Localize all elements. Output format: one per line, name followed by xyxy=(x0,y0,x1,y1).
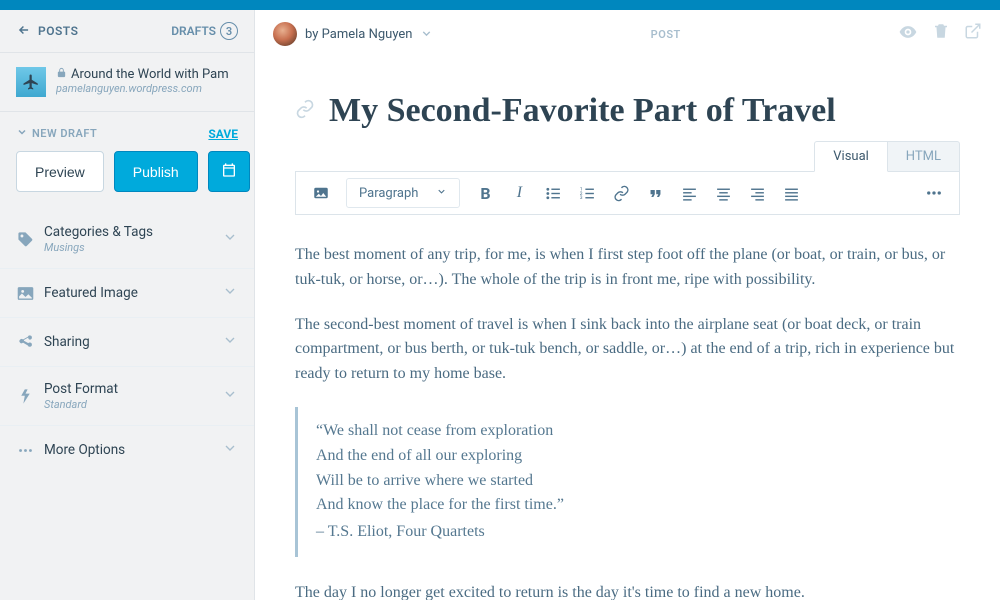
top-bar xyxy=(0,0,1000,10)
back-posts-label: POSTS xyxy=(38,24,78,38)
accordion-format-sub: Standard xyxy=(44,398,212,411)
chevron-down-icon xyxy=(222,386,238,406)
post-content[interactable]: The best moment of any trip, for me, is … xyxy=(295,215,960,600)
editor-toolbar: Paragraph B I 123 xyxy=(295,171,960,215)
accordion-featured-image[interactable]: Featured Image xyxy=(0,268,254,317)
paragraph-label: Paragraph xyxy=(359,186,418,201)
paragraph-format-select[interactable]: Paragraph xyxy=(346,178,460,208)
chevron-down-icon xyxy=(222,440,238,460)
content-blockquote: “We shall not cease from exploration And… xyxy=(295,407,960,557)
link-button[interactable] xyxy=(606,178,636,208)
quote-line: “We shall not cease from exploration xyxy=(316,419,960,444)
back-to-posts[interactable]: POSTS xyxy=(16,23,78,40)
tab-visual[interactable]: Visual xyxy=(814,141,888,172)
permalink-icon[interactable] xyxy=(295,99,315,123)
bullet-list-button[interactable] xyxy=(538,178,568,208)
external-link-icon[interactable] xyxy=(964,22,982,46)
main-editor: by Pamela Nguyen POST My Second-Favorite… xyxy=(255,10,1000,600)
avatar xyxy=(273,22,297,46)
chevron-down-icon xyxy=(420,25,433,44)
content-paragraph: The second-best moment of travel is when… xyxy=(295,313,960,387)
post-title-input[interactable]: My Second-Favorite Part of Travel xyxy=(329,92,960,130)
drafts-label: DRAFTS xyxy=(171,24,216,38)
author-name: Pamela Nguyen xyxy=(322,27,413,42)
image-icon xyxy=(16,285,34,302)
share-icon xyxy=(16,334,34,351)
back-arrow-icon xyxy=(16,23,32,40)
site-title: Around the World with Pam xyxy=(71,67,229,82)
byline-prefix: by xyxy=(305,27,318,42)
site-block[interactable]: Around the World with Pam pamelanguyen.w… xyxy=(0,53,254,112)
schedule-button[interactable] xyxy=(208,151,250,192)
accordion-sharing-label: Sharing xyxy=(44,334,212,350)
post-type-label: POST xyxy=(651,28,681,41)
align-center-button[interactable] xyxy=(708,178,738,208)
preview-icon[interactable] xyxy=(898,22,918,46)
tab-html[interactable]: HTML xyxy=(888,141,960,172)
chevron-down-icon xyxy=(16,126,28,141)
svg-text:3: 3 xyxy=(580,195,583,201)
author-switcher[interactable]: by Pamela Nguyen xyxy=(273,22,433,46)
site-icon xyxy=(16,67,46,97)
content-paragraph: The day I no longer get excited to retur… xyxy=(295,581,960,600)
accordion-categories-label: Categories & Tags xyxy=(44,224,153,240)
align-right-button[interactable] xyxy=(742,178,772,208)
quote-line: And the end of all our exploring xyxy=(316,444,960,469)
lock-icon xyxy=(56,67,67,82)
sidebar: POSTS DRAFTS 3 Around the World with Pam… xyxy=(0,10,255,600)
tag-icon xyxy=(16,231,34,248)
chevron-down-icon xyxy=(222,283,238,303)
new-draft-button[interactable]: NEW DRAFT xyxy=(16,126,97,141)
kitchen-sink-toggle[interactable] xyxy=(919,178,949,208)
content-paragraph: The best moment of any trip, for me, is … xyxy=(295,243,960,293)
add-media-button[interactable] xyxy=(306,178,336,208)
blockquote-button[interactable] xyxy=(640,178,670,208)
bold-button[interactable]: B xyxy=(470,178,500,208)
ellipsis-icon xyxy=(16,442,34,459)
accordion-more-label: More Options xyxy=(44,442,212,458)
site-url: pamelanguyen.wordpress.com xyxy=(56,82,238,95)
accordion-format-label: Post Format xyxy=(44,381,118,397)
chevron-down-icon xyxy=(222,332,238,352)
italic-button[interactable]: I xyxy=(504,178,534,208)
chevron-down-icon xyxy=(222,229,238,249)
trash-icon[interactable] xyxy=(932,22,950,46)
numbered-list-button[interactable]: 123 xyxy=(572,178,602,208)
publish-button[interactable]: Publish xyxy=(114,151,198,192)
quote-attribution: – T.S. Eliot, Four Quartets xyxy=(316,520,960,545)
preview-button[interactable]: Preview xyxy=(16,151,104,192)
accordion-categories[interactable]: Categories & Tags Musings xyxy=(0,210,254,268)
quote-line: Will be to arrive where we started xyxy=(316,469,960,494)
save-button[interactable]: SAVE xyxy=(208,127,238,141)
drafts-link[interactable]: DRAFTS 3 xyxy=(171,22,238,40)
chevron-down-icon xyxy=(436,186,447,201)
accordion-featured-label: Featured Image xyxy=(44,285,212,301)
accordion-post-format[interactable]: Post Format Standard xyxy=(0,366,254,425)
format-icon xyxy=(16,388,34,405)
drafts-count: 3 xyxy=(220,22,238,40)
calendar-icon xyxy=(221,162,237,181)
quote-line: And know the place for the first time.” xyxy=(316,493,960,518)
align-justify-button[interactable] xyxy=(776,178,806,208)
align-left-button[interactable] xyxy=(674,178,704,208)
accordion-more-options[interactable]: More Options xyxy=(0,425,254,474)
accordion-categories-sub: Musings xyxy=(44,241,212,254)
new-draft-label: NEW DRAFT xyxy=(32,127,97,140)
accordion-sharing[interactable]: Sharing xyxy=(0,317,254,366)
